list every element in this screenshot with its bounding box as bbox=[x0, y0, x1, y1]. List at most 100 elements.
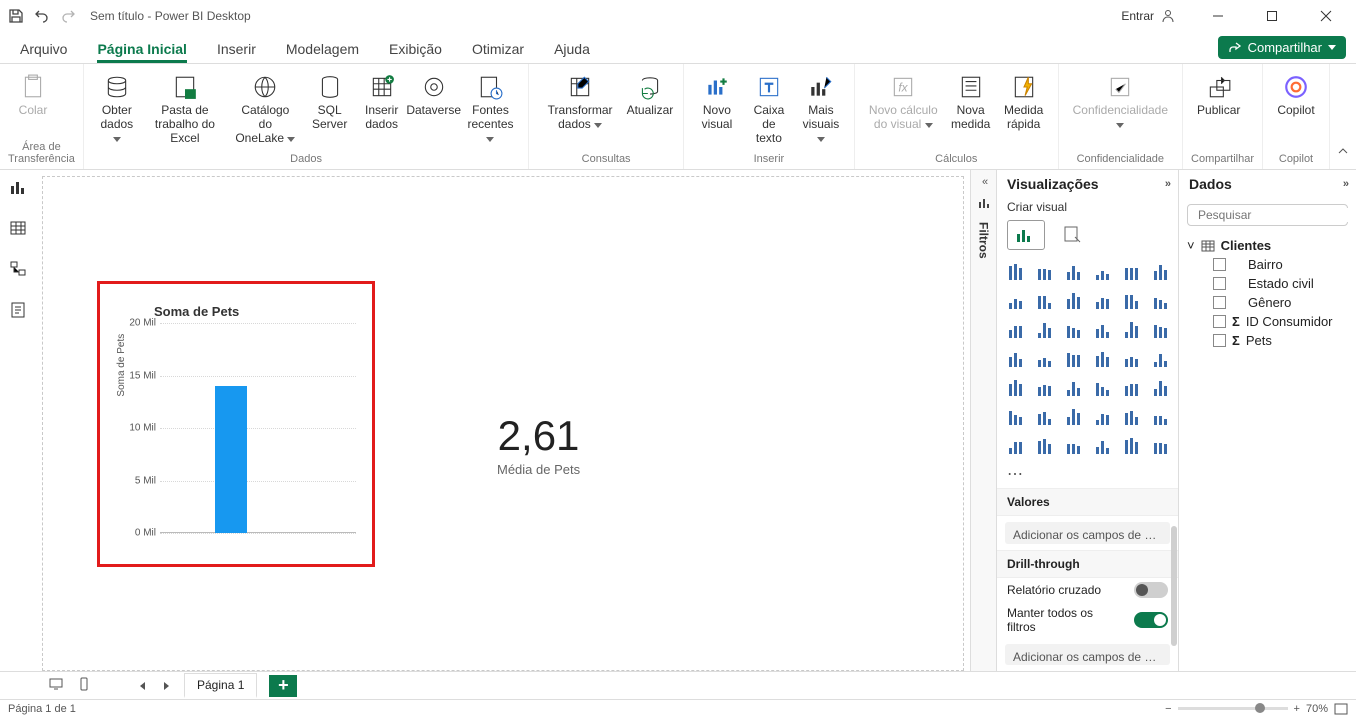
text-box-button[interactable]: Caixa de texto bbox=[744, 68, 794, 151]
tab-exibição[interactable]: Exibição bbox=[389, 41, 442, 63]
viz-type-icon[interactable] bbox=[1063, 260, 1087, 284]
build-visual-tab[interactable] bbox=[1007, 220, 1045, 250]
get-data-button[interactable]: Obter dados bbox=[92, 68, 142, 151]
more-visuals-button[interactable]: Mais visuais bbox=[796, 68, 846, 151]
bar-chart-visual[interactable]: Soma de Pets Soma de Pets 0 Mil5 Mil10 M… bbox=[97, 281, 375, 567]
dax-view-icon[interactable] bbox=[9, 301, 27, 324]
viz-type-icon[interactable] bbox=[1150, 434, 1174, 458]
viz-type-icon[interactable] bbox=[1150, 318, 1174, 342]
expand-filters-icon[interactable]: « bbox=[982, 176, 985, 188]
viz-type-icon[interactable] bbox=[1063, 289, 1087, 313]
viz-type-icon[interactable] bbox=[1150, 260, 1174, 284]
viz-type-icon[interactable] bbox=[1150, 376, 1174, 400]
viz-type-icon[interactable] bbox=[1005, 347, 1029, 371]
viz-type-icon[interactable] bbox=[1063, 405, 1087, 429]
transform-button[interactable]: Transformar dados bbox=[537, 68, 623, 151]
zoom-slider[interactable] bbox=[1178, 707, 1288, 710]
tab-página-inicial[interactable]: Página Inicial bbox=[97, 41, 186, 63]
viz-type-icon[interactable] bbox=[1034, 405, 1058, 429]
sql-button[interactable]: SQL Server bbox=[305, 68, 355, 151]
tab-inserir[interactable]: Inserir bbox=[217, 41, 256, 63]
desktop-layout-icon[interactable] bbox=[48, 676, 64, 695]
drill-field-well[interactable]: Adicionar os campos de dr... bbox=[1005, 644, 1170, 666]
viz-type-icon[interactable] bbox=[1092, 376, 1116, 400]
viz-type-icon[interactable] bbox=[1121, 260, 1145, 284]
field-bairro[interactable]: Bairro bbox=[1213, 255, 1348, 274]
viz-type-icon[interactable] bbox=[1034, 376, 1058, 400]
enter-data-button[interactable]: Inserir dados bbox=[357, 68, 407, 151]
page-tab[interactable]: Página 1 bbox=[184, 673, 257, 698]
collapse-viz-icon[interactable]: » bbox=[1165, 178, 1168, 190]
recent-button[interactable]: Fontes recentes bbox=[461, 68, 521, 151]
share-button[interactable]: Compartilhar bbox=[1218, 36, 1346, 59]
viz-type-icon[interactable] bbox=[1063, 434, 1087, 458]
collapse-data-icon[interactable]: » bbox=[1343, 178, 1346, 190]
viz-type-icon[interactable] bbox=[1005, 260, 1029, 284]
card-visual[interactable]: 2,61 Média de Pets bbox=[497, 412, 580, 477]
refresh-button[interactable]: Atualizar bbox=[625, 68, 675, 151]
format-visual-tab[interactable] bbox=[1053, 220, 1091, 250]
tab-arquivo[interactable]: Arquivo bbox=[20, 41, 67, 63]
publish-button[interactable]: Publicar bbox=[1191, 68, 1246, 151]
field-pets[interactable]: ΣPets bbox=[1213, 331, 1348, 350]
add-page-button[interactable]: + bbox=[269, 675, 297, 697]
undo-icon[interactable] bbox=[34, 8, 50, 24]
viz-type-icon[interactable] bbox=[1092, 405, 1116, 429]
viz-type-icon[interactable] bbox=[1005, 376, 1029, 400]
more-visuals-icon[interactable]: ⋯ bbox=[997, 460, 1178, 488]
viz-type-icon[interactable] bbox=[1150, 405, 1174, 429]
filters-pane-collapsed[interactable]: « Filtros bbox=[970, 170, 996, 671]
minimize-button[interactable] bbox=[1196, 0, 1240, 32]
viz-type-icon[interactable] bbox=[1005, 318, 1029, 342]
viz-type-icon[interactable] bbox=[1092, 260, 1116, 284]
viz-type-icon[interactable] bbox=[1092, 434, 1116, 458]
viz-type-icon[interactable] bbox=[1005, 405, 1029, 429]
report-canvas[interactable]: Soma de Pets Soma de Pets 0 Mil5 Mil10 M… bbox=[42, 176, 964, 671]
bar-rect[interactable] bbox=[215, 386, 247, 533]
prev-page-icon[interactable] bbox=[136, 682, 148, 690]
viz-type-icon[interactable] bbox=[1121, 405, 1145, 429]
field-checkbox[interactable] bbox=[1213, 258, 1226, 271]
field-checkbox[interactable] bbox=[1213, 315, 1226, 328]
field-checkbox[interactable] bbox=[1213, 277, 1226, 290]
field-checkbox[interactable] bbox=[1213, 334, 1226, 347]
viz-scrollbar[interactable] bbox=[1171, 526, 1177, 646]
fit-page-icon[interactable] bbox=[1334, 703, 1348, 715]
tab-otimizar[interactable]: Otimizar bbox=[472, 41, 524, 63]
viz-type-icon[interactable] bbox=[1034, 347, 1058, 371]
values-field-well[interactable]: Adicionar os campos de da... bbox=[1005, 522, 1170, 544]
viz-type-icon[interactable] bbox=[1121, 318, 1145, 342]
quick-measure-button[interactable]: Medida rápida bbox=[998, 68, 1050, 151]
model-view-icon[interactable] bbox=[9, 260, 27, 283]
viz-type-icon[interactable] bbox=[1063, 347, 1087, 371]
save-icon[interactable] bbox=[8, 8, 24, 24]
mobile-layout-icon[interactable] bbox=[76, 676, 92, 695]
viz-type-icon[interactable] bbox=[1092, 289, 1116, 313]
close-button[interactable] bbox=[1304, 0, 1348, 32]
zoom-out-button[interactable]: − bbox=[1165, 703, 1171, 715]
viz-type-icon[interactable] bbox=[1034, 318, 1058, 342]
redo-icon[interactable] bbox=[60, 8, 76, 24]
report-view-icon[interactable] bbox=[9, 178, 27, 201]
viz-type-icon[interactable] bbox=[1121, 376, 1145, 400]
next-page-icon[interactable] bbox=[160, 682, 172, 690]
keep-filters-toggle[interactable] bbox=[1134, 612, 1168, 628]
field-estado-civil[interactable]: Estado civil bbox=[1213, 274, 1348, 293]
copilot-button[interactable]: Copilot bbox=[1271, 68, 1321, 151]
cross-report-toggle[interactable] bbox=[1134, 582, 1168, 598]
viz-type-icon[interactable] bbox=[1121, 434, 1145, 458]
search-input[interactable] bbox=[1198, 208, 1353, 222]
table-view-icon[interactable] bbox=[9, 219, 27, 242]
onelake-button[interactable]: Catálogo do OneLake bbox=[228, 68, 303, 151]
viz-type-icon[interactable] bbox=[1121, 289, 1145, 313]
field-checkbox[interactable] bbox=[1213, 296, 1226, 309]
tab-modelagem[interactable]: Modelagem bbox=[286, 41, 359, 63]
maximize-button[interactable] bbox=[1250, 0, 1294, 32]
viz-type-icon[interactable] bbox=[1063, 318, 1087, 342]
viz-type-icon[interactable] bbox=[1034, 434, 1058, 458]
viz-type-icon[interactable] bbox=[1063, 376, 1087, 400]
viz-type-icon[interactable] bbox=[1092, 347, 1116, 371]
dataverse-button[interactable]: Dataverse bbox=[409, 68, 459, 151]
viz-type-icon[interactable] bbox=[1150, 289, 1174, 313]
field-gênero[interactable]: Gênero bbox=[1213, 293, 1348, 312]
